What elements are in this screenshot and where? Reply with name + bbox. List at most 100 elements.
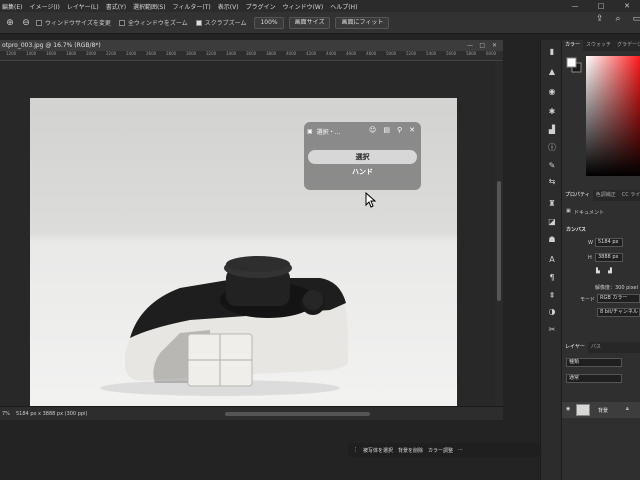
histogram-icon[interactable]: ▟ bbox=[546, 124, 558, 136]
people-icon[interactable]: ☗ bbox=[546, 234, 558, 246]
menu-item-plugins[interactable]: プラグイン bbox=[246, 2, 276, 11]
search-icon[interactable]: ⌕ bbox=[616, 14, 621, 24]
layer-filter-select[interactable]: 種類 bbox=[566, 358, 622, 367]
workspace-icon[interactable]: ▭ bbox=[633, 14, 640, 24]
tab-properties[interactable]: プロパティ bbox=[562, 190, 593, 201]
document-tab[interactable]: otpro_003.jpg @ 16.7% (RGB/8*) — □ ✕ bbox=[0, 40, 503, 51]
ruler-tick-label: 4200 bbox=[306, 51, 317, 56]
brush-icon[interactable]: ✎ bbox=[546, 160, 558, 172]
menu-item-view[interactable]: 表示(V) bbox=[218, 2, 239, 11]
color-adjust-button[interactable]: カラー調整 bbox=[428, 447, 453, 454]
styles-icon[interactable]: ◪ bbox=[546, 216, 558, 228]
tab-cc-libraries[interactable]: CC ライ bbox=[619, 190, 640, 201]
zoom-100-button[interactable]: 100% bbox=[254, 16, 284, 29]
hud-icons: ☺ ▤ ⚲ ✕ bbox=[362, 126, 415, 134]
lock-icon: 🔒︎ bbox=[626, 406, 629, 412]
smile-icon[interactable]: ☺ bbox=[369, 126, 376, 134]
height-label: H bbox=[588, 255, 592, 261]
menu-item-type[interactable]: 書式(Y) bbox=[106, 2, 126, 11]
fill-screen-button[interactable]: 画面にフィット bbox=[335, 16, 390, 29]
fg-bg-color-swatch[interactable] bbox=[566, 57, 582, 73]
bit-depth-select[interactable]: 8 bit/チャンネル bbox=[597, 308, 640, 317]
menu-item-edit[interactable]: 編集(E) bbox=[2, 2, 22, 11]
zoom-all-checkbox[interactable]: 全ウィンドウをズーム bbox=[118, 18, 188, 27]
stamp-icon[interactable]: ♜ bbox=[546, 198, 558, 210]
menu-item-filter[interactable]: フィルター(T) bbox=[173, 2, 211, 11]
color-picker-field[interactable] bbox=[586, 56, 640, 176]
ruler-tick-label: 2200 bbox=[106, 51, 117, 56]
character-icon[interactable]: ⇞ bbox=[546, 290, 558, 302]
vertical-scroll-thumb[interactable] bbox=[497, 181, 501, 301]
tool-strip: ▮ ▲ ◉ ✱ ▟ ⓘ ✎ ⇆ ♜ ◪ ☗ A ¶ ⇞ ◑ ✂ bbox=[540, 40, 562, 480]
ruler-tick-label: 4400 bbox=[326, 51, 337, 56]
close-window-button[interactable]: ✕ bbox=[614, 0, 640, 12]
doc-minimize-icon[interactable]: — bbox=[467, 40, 473, 51]
remove-background-button[interactable]: 背景を削除 bbox=[398, 447, 423, 454]
layers-panel-tabs: レイヤー パス bbox=[562, 342, 640, 353]
menu-item-image[interactable]: イメージ(I) bbox=[29, 2, 59, 11]
minimize-button[interactable]: — bbox=[562, 0, 588, 12]
doc-close-icon[interactable]: ✕ bbox=[492, 40, 497, 51]
tab-swatches[interactable]: スウォッチ bbox=[583, 40, 614, 51]
layer-name[interactable]: 背景 bbox=[598, 407, 608, 414]
visibility-eye-icon[interactable]: ◉ bbox=[566, 406, 570, 412]
resize-windows-checkbox[interactable]: ウィンドウサイズを変更 bbox=[36, 18, 111, 27]
doc-restore-icon[interactable]: □ bbox=[479, 40, 485, 51]
ruler-tick-label: 2800 bbox=[166, 51, 177, 56]
height-field[interactable]: 3888 px bbox=[595, 253, 623, 262]
ruler-tick-label: 4600 bbox=[346, 51, 357, 56]
ruler-tick-label: 6000 bbox=[486, 51, 497, 56]
channels-icon[interactable]: ◑ bbox=[546, 306, 558, 318]
ruler-tick-label: 3200 bbox=[206, 51, 217, 56]
orientation-icon[interactable]: ▙ bbox=[596, 268, 600, 274]
select-subject-button[interactable]: 被写体を選択 bbox=[363, 447, 393, 454]
properties-panel-tabs: プロパティ 色調補正 CC ライ bbox=[562, 190, 640, 201]
library-icon[interactable]: ▲ bbox=[546, 66, 558, 78]
tab-paths[interactable]: パス bbox=[588, 342, 604, 353]
comment-icon[interactable]: ▤ bbox=[383, 126, 390, 134]
info-icon[interactable]: ⓘ bbox=[546, 142, 558, 154]
sliders-icon[interactable]: ⇆ bbox=[546, 176, 558, 188]
rotate-icon[interactable]: ▟ bbox=[608, 268, 612, 274]
hand-option-button[interactable]: ハンド bbox=[308, 165, 417, 179]
document-icon: ▣ bbox=[307, 128, 313, 135]
navigator-icon[interactable]: ◉ bbox=[546, 86, 558, 98]
more-options-icon[interactable]: ⋯ bbox=[458, 447, 463, 453]
adjust-icon[interactable]: ✱ bbox=[546, 106, 558, 118]
glyph-icon[interactable]: A bbox=[546, 254, 558, 266]
status-zoom[interactable]: 7% bbox=[2, 407, 10, 421]
menu-item-help[interactable]: ヘルプ(H) bbox=[330, 2, 357, 11]
options-bar: ⊕ ⊖ ウィンドウサイズを変更 全ウィンドウをズーム スクラブズーム 100% … bbox=[0, 12, 640, 34]
menu-item-window[interactable]: ウィンドウ(W) bbox=[283, 2, 324, 11]
layer-row[interactable]: ◉ 背景 🔒︎ bbox=[562, 402, 640, 418]
zoom-in-icon[interactable]: ⊕ bbox=[4, 17, 16, 29]
drag-handle-icon[interactable]: ⋮ bbox=[353, 447, 358, 453]
tab-gradient[interactable]: グラデーション bbox=[614, 40, 640, 51]
ruler-tick-label: 1800 bbox=[66, 51, 77, 56]
width-field[interactable]: 5184 px bbox=[595, 238, 623, 247]
vertical-scrollbar[interactable] bbox=[495, 61, 503, 406]
tab-layers[interactable]: レイヤー bbox=[562, 342, 588, 353]
scrubby-zoom-checkbox[interactable]: スクラブズーム bbox=[195, 18, 246, 27]
fit-screen-button[interactable]: 画面サイズ bbox=[288, 16, 331, 29]
canvas-section-label[interactable]: カンバス bbox=[566, 226, 586, 233]
mode-select[interactable]: RGB カラー bbox=[597, 294, 640, 303]
canvas-area[interactable] bbox=[0, 61, 495, 418]
tab-adjustments[interactable]: 色調補正 bbox=[593, 190, 619, 201]
resolution-text: 解像度：300 pixel bbox=[595, 285, 638, 291]
menu-item-layer[interactable]: レイヤー(L) bbox=[67, 2, 99, 11]
blend-mode-select[interactable]: 通常 bbox=[566, 374, 622, 383]
ruler-tick-label: 4000 bbox=[286, 51, 297, 56]
paragraph-icon[interactable]: ¶ bbox=[546, 272, 558, 284]
share-icon[interactable]: ⇪ bbox=[596, 14, 604, 24]
maximize-button[interactable]: □ bbox=[588, 0, 614, 12]
horizontal-scroll-thumb[interactable] bbox=[225, 412, 370, 416]
scissors-icon[interactable]: ✂ bbox=[546, 324, 558, 336]
close-icon[interactable]: ✕ bbox=[409, 126, 415, 134]
pin-icon[interactable]: ⚲ bbox=[397, 126, 402, 134]
zoom-out-icon[interactable]: ⊖ bbox=[20, 17, 32, 29]
select-option-button[interactable]: 選択 bbox=[308, 150, 417, 164]
history-icon[interactable]: ▮ bbox=[546, 46, 558, 58]
tab-color[interactable]: カラー bbox=[562, 40, 584, 51]
menu-item-select[interactable]: 選択範囲(S) bbox=[133, 2, 166, 11]
